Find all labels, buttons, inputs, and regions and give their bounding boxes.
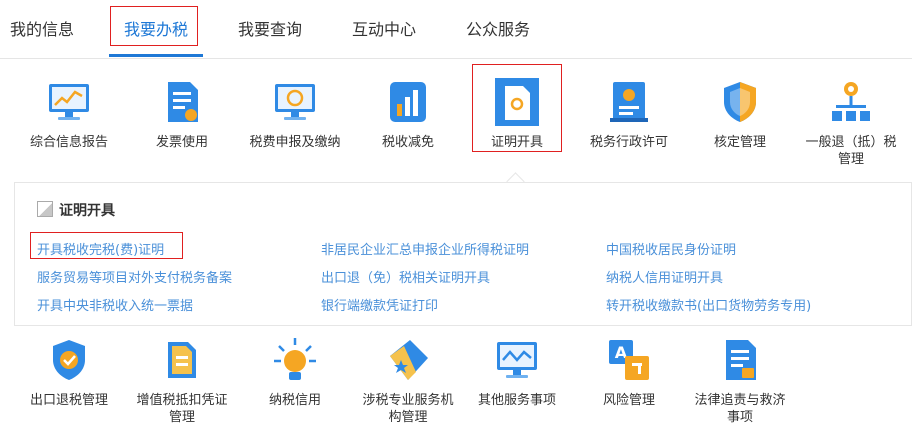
service-label: 增值税抵扣凭证管理 [136,393,228,425]
service-label: 核定管理 [713,135,766,150]
service-other-matters[interactable]: 其他服务事项 [462,336,572,409]
link-credit-certificate[interactable]: 纳税人信用证明开具 [606,267,723,286]
monitor-chart-icon [49,84,89,120]
translate-icon: A [609,340,649,380]
service-label: 税费申报及缴纳 [249,135,341,150]
monitor-wave-icon [497,342,537,378]
service-label: 法律追责与救济事项 [694,393,786,425]
service-label: 其他服务事项 [477,393,556,408]
service-export-refund[interactable]: 出口退税管理 [14,336,124,409]
service-legal-remedy[interactable]: 法律追责与救济事项 [685,336,795,426]
link-service-trade-filing[interactable]: 服务贸易等项目对外支付税务备案 [37,267,232,286]
tab-interaction[interactable]: 互动中心 [352,0,416,57]
highlight-box-service [472,64,562,152]
tab-query[interactable]: 我要查询 [238,0,302,57]
shield-icon [724,82,756,122]
service-label: 发票使用 [155,135,208,150]
service-declaration-payment[interactable]: 税费申报及缴纳 [240,78,350,151]
link-tax-resident-certificate[interactable]: 中国税收居民身份证明 [606,239,736,258]
service-label: 税收减免 [381,135,434,150]
monitor-refresh-icon [275,84,315,120]
service-admin-license[interactable]: 税务行政许可 [574,78,684,151]
active-tab-indicator [109,54,203,57]
broken-image-icon [37,201,53,217]
voucher-document-icon [168,342,196,378]
tag-star-icon [390,340,428,380]
panel-title: 证明开具 [37,200,115,220]
link-bank-payment-voucher[interactable]: 银行端缴款凭证打印 [321,295,438,314]
service-risk-management[interactable]: A 风险管理 [574,336,684,409]
service-label: 出口退税管理 [29,393,108,408]
license-badge-icon [610,82,648,122]
service-professional-agency[interactable]: 涉税专业服务机构管理 [353,336,463,426]
panel-title-text: 证明开具 [59,203,115,219]
service-tax-credit[interactable]: 纳税信用 [240,336,350,409]
tab-my-info[interactable]: 我的信息 [10,0,74,57]
lightbulb-badge-icon [274,338,316,380]
service-label: 涉税专业服务机构管理 [362,393,454,425]
service-label: 风险管理 [602,393,655,408]
link-export-payment-book[interactable]: 转开税收缴款书(出口货物劳务专用) [606,295,811,314]
tab-public-service[interactable]: 公众服务 [466,0,530,57]
service-label: 纳税信用 [268,393,321,408]
bar-chart-icon [390,82,426,122]
service-comprehensive-report[interactable]: 综合信息报告 [14,78,124,151]
legal-document-icon [726,340,756,380]
link-export-refund-certificate[interactable]: 出口退（免）税相关证明开具 [321,267,490,286]
service-label: 一般退（抵）税管理 [805,135,897,167]
service-assessment[interactable]: 核定管理 [685,78,795,151]
service-tax-relief[interactable]: 税收减免 [353,78,463,151]
link-nonresident-income-tax-certificate[interactable]: 非居民企业汇总申报企业所得税证明 [321,239,529,258]
service-vat-voucher[interactable]: 增值税抵扣凭证管理 [127,336,237,426]
highlight-box-tab [110,6,198,46]
shield-check-icon [53,340,85,380]
link-central-nontax-receipt[interactable]: 开具中央非税收入统一票据 [37,295,193,314]
invoice-document-icon [168,82,198,122]
org-tree-icon [832,82,870,121]
service-general-refund[interactable]: 一般退（抵）税管理 [796,78,906,168]
service-label: 税务行政许可 [589,135,668,150]
service-invoice-use[interactable]: 发票使用 [127,78,237,151]
service-label: 综合信息报告 [29,135,108,150]
highlight-box-link [30,232,183,259]
